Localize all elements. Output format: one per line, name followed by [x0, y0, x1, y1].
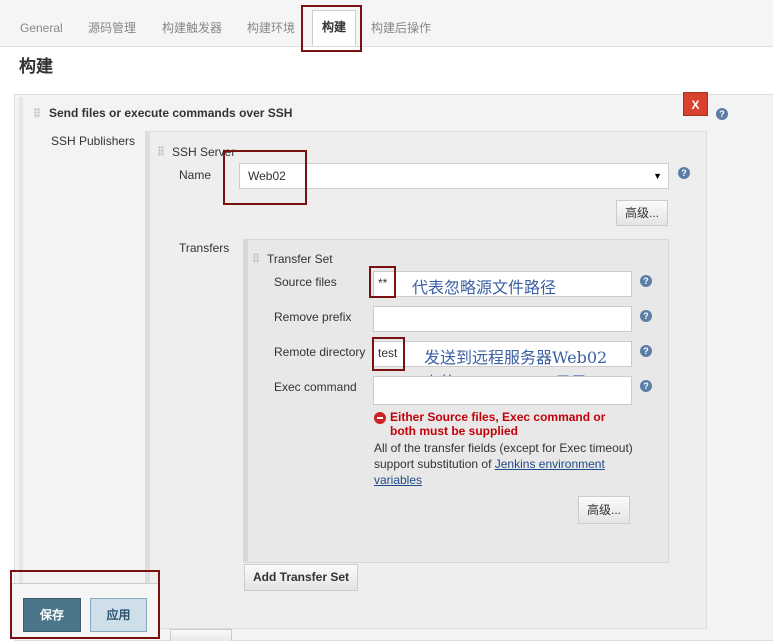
help-icon[interactable]: ?	[640, 310, 652, 322]
drag-handle-icon[interactable]	[253, 253, 259, 263]
source-files-annotation: 代表忽略源文件路径	[412, 278, 557, 297]
ssh-server-title: SSH Server	[172, 145, 236, 159]
tab-build-environment[interactable]: 构建环境	[247, 12, 295, 46]
ssh-publishers-label: SSH Publishers	[51, 134, 136, 148]
source-files-label: Source files	[274, 275, 337, 289]
drag-handle-icon[interactable]	[34, 108, 40, 118]
exec-command-label: Exec command	[274, 380, 357, 394]
tab-build[interactable]: 构建	[312, 10, 356, 46]
remote-directory-label: Remote directory	[274, 345, 366, 359]
add-transfer-set-button[interactable]: Add Transfer Set	[244, 564, 358, 591]
exec-command-textarea[interactable]	[373, 376, 632, 405]
validation-error: Either Source files, Exec command or bot…	[374, 410, 634, 438]
help-icon[interactable]: ?	[640, 345, 652, 357]
transfer-drag-bar[interactable]	[244, 240, 248, 561]
help-icon[interactable]: ?	[678, 167, 690, 179]
section-title: 构建	[19, 57, 53, 76]
tab-post-build[interactable]: 构建后操作	[371, 12, 431, 46]
tab-source-control[interactable]: 源码管理	[88, 12, 136, 46]
step-drag-bar[interactable]	[19, 97, 23, 639]
remote-directory-annotation-line1: 发送到远程服务器Web02	[424, 348, 608, 367]
transfers-label: Transfers	[179, 241, 230, 255]
server-name-select[interactable]: Web02 ▼	[239, 163, 669, 189]
delete-step-button[interactable]: X	[683, 92, 708, 116]
tab-build-triggers[interactable]: 构建触发器	[162, 12, 222, 46]
publisher-drag-bar[interactable]	[146, 132, 150, 627]
help-icon[interactable]: ?	[640, 275, 652, 287]
remove-prefix-label: Remove prefix	[274, 310, 352, 324]
error-text: Either Source files, Exec command or bot…	[390, 410, 606, 438]
transfer-set-title: Transfer Set	[267, 252, 333, 266]
step-title: Send files or execute commands over SSH	[49, 106, 293, 120]
help-icon[interactable]: ?	[716, 108, 728, 120]
substitution-info: All of the transfer fields (except for E…	[374, 440, 644, 488]
apply-button[interactable]: 应用	[90, 598, 147, 632]
chevron-down-icon: ▼	[653, 171, 662, 181]
transfer-advanced-button[interactable]: 高级...	[578, 496, 630, 524]
server-advanced-button[interactable]: 高级...	[616, 200, 668, 226]
tab-general[interactable]: General	[20, 12, 63, 46]
server-name-value: Web02	[248, 169, 286, 183]
save-button[interactable]: 保存	[23, 598, 81, 632]
config-tabs: General 源码管理 构建触发器 构建环境 构建 构建后操作	[0, 0, 773, 47]
error-icon	[374, 412, 386, 424]
add-step-button[interactable]	[170, 629, 232, 641]
drag-handle-icon[interactable]	[158, 146, 164, 156]
remove-prefix-input[interactable]	[373, 306, 632, 332]
name-label: Name	[179, 168, 212, 182]
help-icon[interactable]: ?	[640, 380, 652, 392]
